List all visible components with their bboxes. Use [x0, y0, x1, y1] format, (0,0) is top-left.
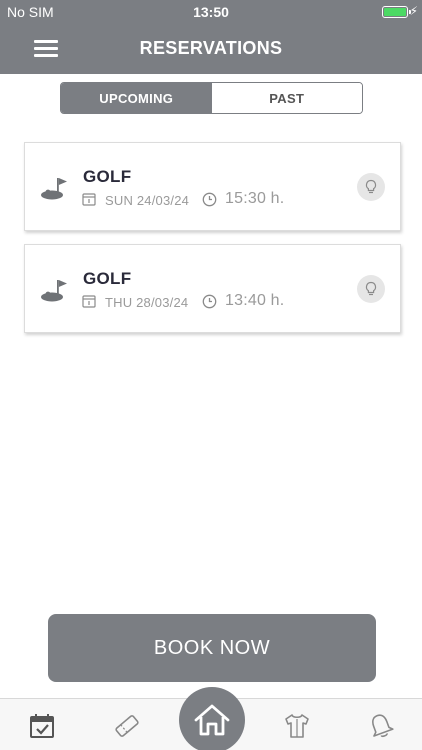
home-icon [194, 704, 230, 736]
golf-icon [41, 178, 67, 200]
page-title: RESERVATIONS [139, 38, 283, 58]
reservation-date: THU 28/03/24 [105, 295, 189, 310]
lightbulb-button[interactable] [357, 173, 385, 201]
lightbulb-icon [365, 281, 377, 296]
lightbulb-button[interactable] [357, 275, 385, 303]
activity-name: GOLF [83, 167, 132, 186]
reservation-time: 15:30 h. [225, 190, 285, 207]
clock-icon [202, 192, 217, 207]
calendar-icon [82, 295, 96, 308]
reservation-date: SUN 24/03/24 [105, 193, 190, 208]
calendar-icon [82, 193, 96, 206]
calendar-check-icon[interactable] [27, 711, 57, 741]
battery-icon [382, 6, 411, 18]
reservation-card[interactable]: GOLF SUN 24/03/24 15:30 h. [24, 142, 401, 231]
book-now-button[interactable]: BOOK NOW [48, 614, 376, 682]
shirt-icon[interactable] [282, 711, 312, 741]
bell-icon[interactable] [366, 711, 396, 741]
clock-icon [202, 294, 217, 309]
charging-bolt-icon: ⚡ [409, 4, 418, 18]
home-button[interactable] [179, 687, 245, 750]
reservation-filter-tabs: UPCOMING PAST [60, 82, 363, 114]
tab-past[interactable]: PAST [211, 83, 362, 113]
golf-icon [41, 280, 67, 302]
status-bar: No SIM 13:50 ⚡ [0, 0, 422, 24]
reservation-time: 13:40 h. [225, 292, 285, 309]
reservation-card[interactable]: GOLF THU 28/03/24 13:40 h. [24, 244, 401, 333]
activity-name: GOLF [83, 269, 132, 288]
ticket-icon[interactable] [112, 711, 142, 741]
tab-upcoming[interactable]: UPCOMING [61, 83, 212, 113]
app-header: RESERVATIONS [0, 24, 422, 74]
status-time: 13:50 [193, 4, 229, 20]
lightbulb-icon [365, 179, 377, 194]
